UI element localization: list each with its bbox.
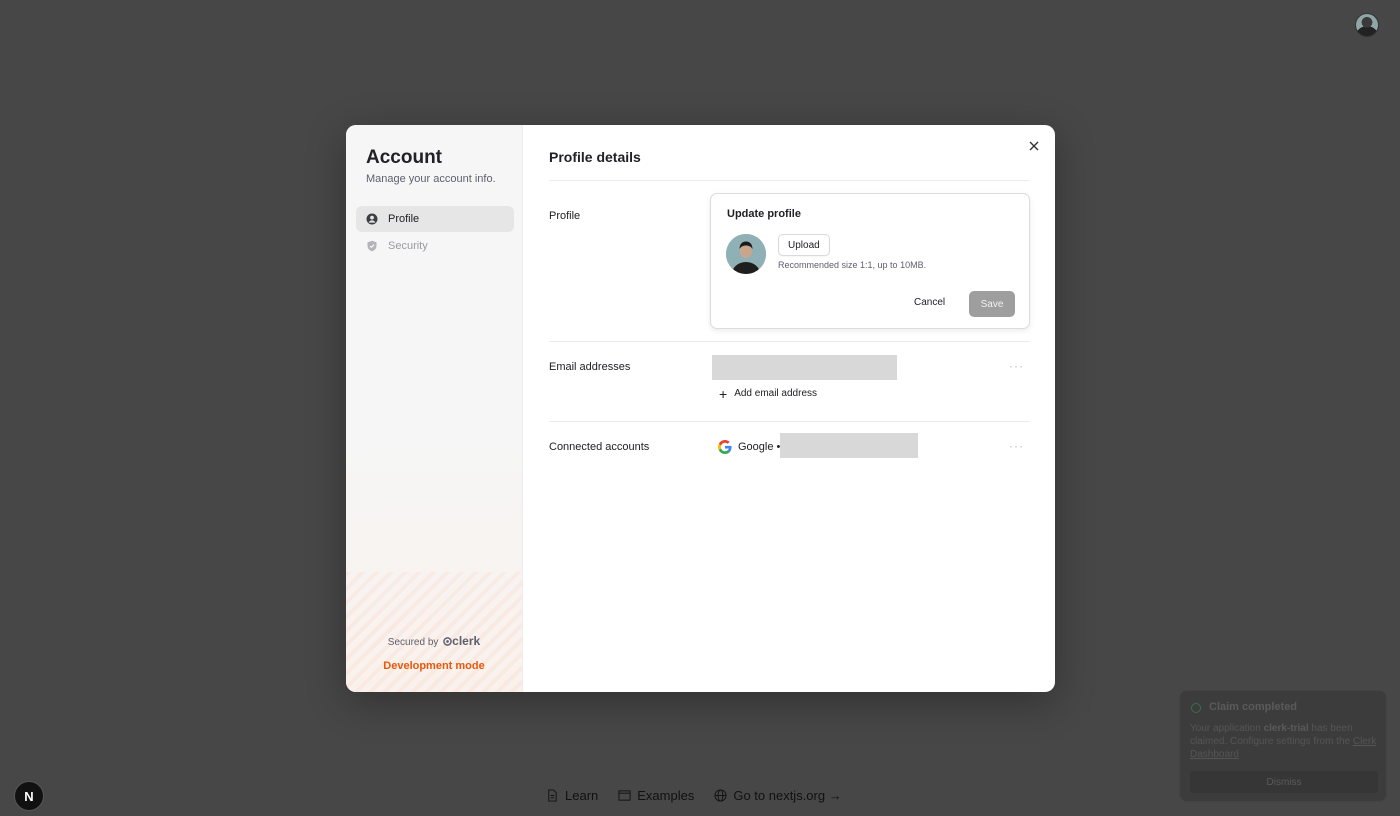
nav-item-label: Security: [388, 240, 428, 252]
divider: [549, 341, 1030, 342]
claim-toast: Claim completed Your application clerk-t…: [1179, 690, 1387, 802]
clerk-logo-text: clerk: [452, 634, 481, 648]
nextjs-label: Go to nextjs.org →: [733, 788, 842, 803]
avatar: [726, 234, 766, 274]
google-icon: [718, 440, 732, 454]
close-button[interactable]: [1025, 137, 1043, 155]
toast-title: Claim completed: [1209, 701, 1298, 713]
divider: [549, 421, 1030, 422]
toast-body: Your application clerk-trial has been cl…: [1190, 722, 1378, 761]
email-row-label: Email addresses: [549, 361, 631, 373]
footer-links: Learn Examples Go to nextjs.org →: [546, 788, 842, 803]
examples-link[interactable]: Examples: [618, 788, 694, 803]
clerk-logo-icon: [443, 637, 452, 646]
secured-by: Secured by clerk: [346, 634, 522, 648]
cancel-button[interactable]: Cancel: [914, 297, 945, 308]
google-label: Google •: [738, 441, 781, 453]
check-circle-icon: [1191, 703, 1201, 713]
add-email-label: Add email address: [734, 388, 818, 399]
email-value-redacted: [712, 355, 897, 380]
secured-by-text: Secured by: [387, 637, 439, 648]
update-profile-title: Update profile: [727, 208, 801, 220]
nextjs-link[interactable]: Go to nextjs.org →: [714, 788, 842, 803]
divider: [549, 180, 1030, 181]
account-title: Account: [366, 147, 442, 168]
save-button[interactable]: Save: [969, 291, 1015, 317]
toast-body-prefix: Your application: [1190, 723, 1264, 734]
close-icon: [1029, 141, 1039, 151]
examples-label: Examples: [637, 788, 695, 803]
learn-label: Learn: [565, 788, 599, 803]
nextjs-badge[interactable]: N: [14, 781, 44, 811]
connected-more-menu-button[interactable]: ···: [1009, 439, 1024, 453]
user-avatar-button[interactable]: [1355, 13, 1379, 37]
upload-button[interactable]: Upload: [778, 234, 830, 256]
upload-hint: Recommended size 1:1, up to 10MB.: [778, 260, 927, 270]
toast-app-name: clerk-trial: [1263, 723, 1309, 734]
shield-icon: [366, 240, 378, 252]
plus-icon: +: [719, 385, 728, 402]
account-sidebar: Account Manage your account info. Profil…: [346, 125, 523, 692]
file-icon: [548, 789, 557, 802]
nav-item-profile[interactable]: Profile: [356, 206, 514, 232]
user-circle-icon: [366, 213, 378, 225]
account-subtitle: Manage your account info.: [366, 173, 496, 185]
user-profile-modal: Account Manage your account info. Profil…: [346, 125, 1055, 692]
add-email-button[interactable]: + Add email address: [719, 385, 818, 402]
update-profile-card: Update profile Upload Recommended size 1…: [710, 193, 1030, 329]
email-more-menu-button[interactable]: ···: [1009, 359, 1024, 373]
globe-icon: [714, 789, 727, 802]
learn-link[interactable]: Learn: [546, 788, 598, 803]
google-account-redacted: [780, 433, 918, 458]
connected-accounts-label: Connected accounts: [549, 441, 650, 453]
dismiss-button[interactable]: Dismiss: [1190, 771, 1378, 793]
nav-item-security[interactable]: Security: [356, 233, 514, 259]
google-account-row: Google •: [718, 440, 780, 454]
development-mode-label: Development mode: [383, 660, 485, 672]
profile-row-label: Profile: [549, 210, 581, 222]
clerk-logo[interactable]: clerk: [443, 634, 480, 648]
nav-item-label: Profile: [388, 213, 420, 225]
window-icon: [618, 790, 631, 801]
profile-details-panel: Profile details Profile Update profile U…: [523, 125, 1055, 692]
page-title: Profile details: [549, 149, 641, 165]
